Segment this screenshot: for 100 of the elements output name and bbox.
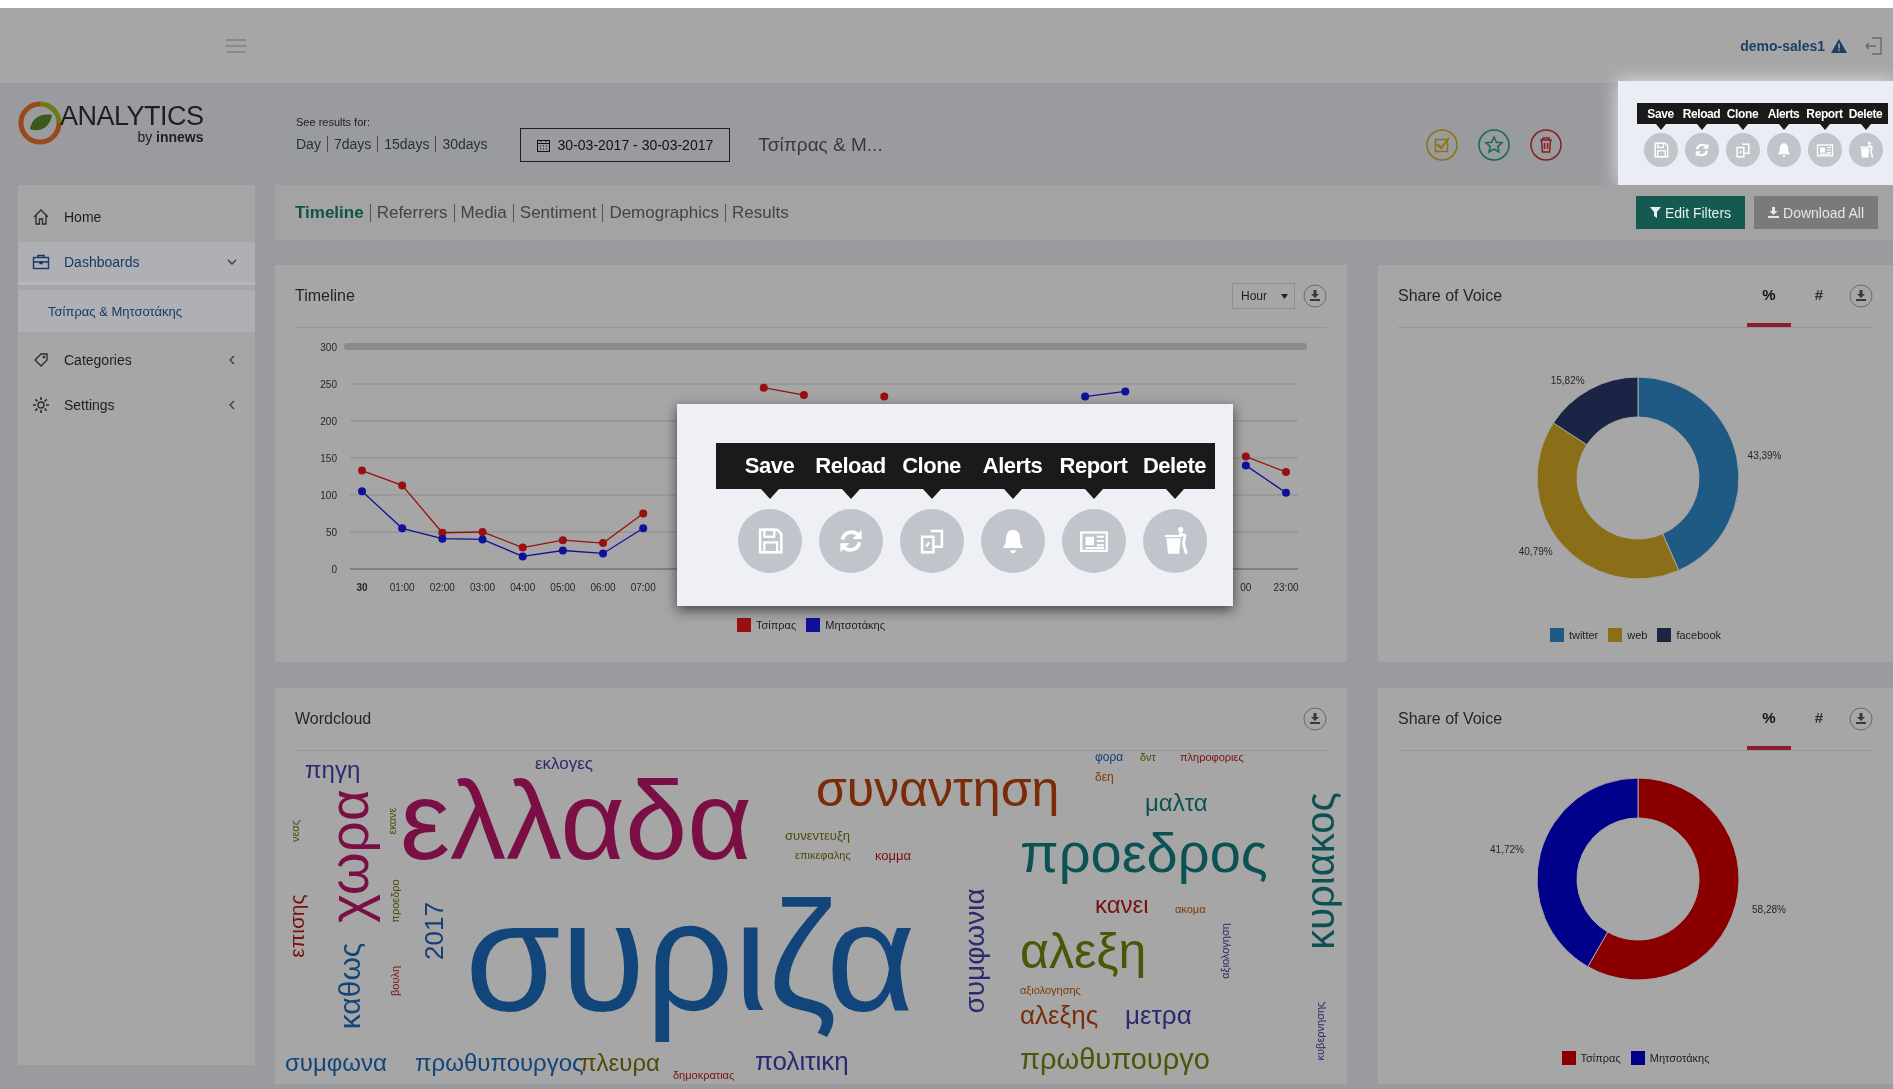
axis-tick-label: 00 (1240, 582, 1252, 593)
logo-title: ANALYTICS (60, 101, 204, 131)
download-icon[interactable] (1849, 707, 1873, 731)
sidebar-label: Settings (64, 397, 115, 413)
data-point (358, 466, 366, 475)
sidebar-label: Home (64, 209, 102, 225)
checkbox-icon[interactable] (1426, 129, 1458, 161)
data-point (599, 549, 608, 558)
tooltip-label: Clone (1725, 106, 1760, 121)
filter-icon (1649, 207, 1661, 218)
tab[interactable]: Demographics (602, 203, 725, 222)
data-point (639, 524, 648, 533)
axis-tick-label: 07:00 (630, 582, 656, 593)
tag-icon (32, 351, 50, 369)
axis-tick-label: 02:00 (429, 582, 455, 593)
tab[interactable]: Timeline (295, 203, 370, 222)
card-title: Share of Voice (1398, 287, 1503, 305)
sidebar-label: Categories (64, 352, 132, 368)
mode-tab[interactable]: % (1747, 265, 1791, 327)
data-point (558, 546, 567, 555)
menu-icon[interactable] (226, 38, 246, 53)
period-link[interactable]: Day (296, 136, 327, 152)
edit-filters-button[interactable]: Edit Filters (1635, 196, 1746, 229)
cloud-word: εκλογες (535, 754, 594, 774)
tooltip-label: Alerts (981, 453, 1044, 479)
download-icon (1768, 207, 1780, 218)
cloud-word: προεδρος (1020, 821, 1268, 886)
data-point (478, 535, 487, 544)
trash-icon[interactable] (1530, 129, 1562, 161)
user-link[interactable]: demo-sales1 (1740, 37, 1825, 54)
mode-tab[interactable]: % (1747, 688, 1791, 750)
data-point (880, 392, 889, 401)
data-point (558, 536, 567, 545)
data-label: 15,82% (1550, 374, 1585, 386)
period-link[interactable]: 30days (435, 136, 494, 152)
axis-tick-label: 04:00 (510, 582, 536, 593)
mode-tab[interactable]: # (1797, 265, 1841, 327)
axis-tick-label: 23:00 (1273, 582, 1299, 593)
cloud-word: δντ (1140, 751, 1156, 764)
delete-button[interactable] (1848, 133, 1883, 167)
axis-tick-label: 50 (325, 527, 337, 538)
sidebar-item[interactable]: Categories (18, 340, 255, 380)
download-icon[interactable] (1303, 707, 1327, 731)
tab[interactable]: Media (453, 203, 513, 222)
cloud-word: ελλαδα (400, 776, 753, 866)
data-label: 41,72% (1490, 843, 1524, 855)
axis-tick-label: 300 (320, 342, 337, 353)
interval-select[interactable]: Hour (1232, 283, 1295, 309)
sidebar-item[interactable]: Settings (18, 385, 255, 425)
legend-label: facebook (1676, 629, 1722, 641)
tooltip-label: Reload (814, 453, 887, 479)
period-link[interactable]: 15days (377, 136, 436, 152)
axis-tick-label: 05:00 (550, 582, 576, 593)
caret-icon (1281, 293, 1288, 299)
cloud-word: νεας (288, 819, 302, 843)
cloud-word: 2017 (420, 902, 450, 960)
alerts-button[interactable] (1766, 133, 1801, 167)
tooltip-label: Report (1805, 106, 1844, 121)
cloud-word: φορα (1095, 751, 1124, 765)
data-point (1282, 488, 1290, 497)
cloud-word: μετρα (1125, 1001, 1192, 1031)
logout-icon[interactable] (1865, 36, 1883, 55)
sidebar-item[interactable]: Dashboards (18, 242, 255, 285)
legend-label: twitter (1568, 629, 1599, 641)
data-point (1241, 452, 1250, 461)
cloud-word: πληροφοριες (1180, 751, 1244, 764)
legend-label: web (1627, 629, 1648, 641)
cloud-word: αξιολογησης (1020, 984, 1081, 997)
data-point (398, 524, 407, 533)
cloud-word: προεδρο (388, 879, 402, 923)
sidebar-item[interactable]: Home (18, 197, 255, 237)
data-label: 40,79% (1518, 545, 1553, 557)
reload-button[interactable] (1684, 133, 1719, 167)
tab[interactable]: Referrers (369, 203, 454, 222)
data-point (639, 509, 648, 518)
data-point (518, 552, 527, 561)
tab[interactable]: Sentiment (512, 203, 603, 222)
cloud-word: συναντηση (816, 761, 1060, 819)
data-label: 58,28% (1752, 904, 1786, 916)
report-button[interactable] (1807, 133, 1842, 167)
logo-icon (18, 101, 62, 145)
mode-tab[interactable]: # (1797, 688, 1841, 750)
date-range-button[interactable]: 30-03-2017 - 30-03-2017 (519, 128, 731, 162)
sidebar-subitem[interactable]: Τσίπρας & Μητσοτάκης (18, 290, 255, 332)
download-icon[interactable] (1849, 284, 1873, 308)
download-icon[interactable] (1303, 284, 1327, 308)
tab[interactable]: Results (725, 203, 795, 222)
card-title: Timeline (295, 287, 355, 305)
logo-byline: by innews (137, 129, 204, 145)
period-link[interactable]: 7days (326, 136, 378, 152)
dashboard-title: Τσίπρας & Μ... (758, 134, 883, 156)
tooltip-label: Save (743, 453, 796, 479)
cloud-word: δεη (1095, 771, 1114, 785)
navigator-bar[interactable] (344, 343, 1307, 350)
clone-button[interactable] (1725, 133, 1760, 167)
save-button[interactable] (1643, 133, 1678, 167)
tooltip-label: Report (1058, 453, 1129, 479)
data-point (398, 481, 407, 490)
card-title: Wordcloud (295, 710, 372, 728)
legend-label: Μητσοτάκης (825, 619, 885, 631)
